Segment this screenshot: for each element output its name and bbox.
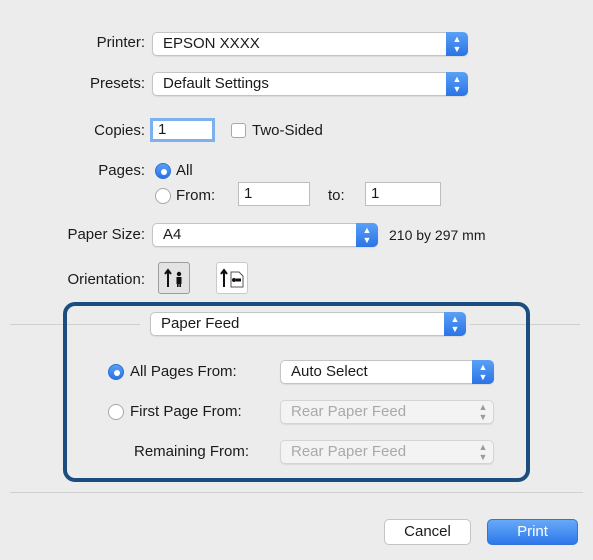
presets-value: Default Settings — [163, 75, 269, 92]
copies-label: Copies: — [94, 122, 145, 139]
printer-select[interactable]: EPSON XXXX ▲ ▼ — [152, 32, 468, 56]
printer-label: Printer: — [96, 34, 145, 51]
pages-label: Pages: — [98, 162, 145, 179]
two-sided-label: Two-Sided — [252, 122, 323, 139]
paper-feed-highlight-box — [63, 302, 530, 482]
paper-dimensions-text: 210 by 297 mm — [389, 227, 486, 243]
pages-all-radio[interactable] — [155, 163, 171, 179]
orientation-landscape-button[interactable] — [216, 262, 248, 294]
copies-input[interactable]: 1 — [150, 118, 215, 142]
print-dialog: { "printer": { "label": "Printer:", "val… — [0, 0, 593, 560]
chevron-updown-icon: ▲ ▼ — [356, 223, 378, 247]
orientation-portrait-button[interactable] — [158, 262, 190, 294]
two-sided-checkbox[interactable] — [231, 123, 246, 138]
footer-divider — [10, 492, 583, 493]
pages-from-input[interactable]: 1 — [238, 182, 310, 206]
paper-size-value: A4 — [163, 226, 182, 243]
chevron-updown-icon: ▲ ▼ — [446, 32, 468, 56]
pages-to-label: to: — [328, 187, 345, 204]
paper-size-select[interactable]: A4 ▲ ▼ — [152, 223, 378, 247]
cancel-button[interactable]: Cancel — [384, 519, 471, 545]
portrait-icon — [164, 268, 182, 287]
chevron-updown-icon: ▲ ▼ — [446, 72, 468, 96]
pages-from-radio[interactable] — [155, 188, 171, 204]
paper-size-label: Paper Size: — [67, 226, 145, 243]
printer-value: EPSON XXXX — [163, 35, 260, 52]
orientation-label: Orientation: — [67, 271, 145, 288]
presets-select[interactable]: Default Settings ▲ ▼ — [152, 72, 468, 96]
landscape-icon — [220, 268, 244, 288]
presets-label: Presets: — [89, 75, 145, 92]
pages-all-label: All — [176, 162, 193, 179]
pages-to-input[interactable]: 1 — [365, 182, 441, 206]
pages-from-label: From: — [176, 187, 216, 204]
print-button[interactable]: Print — [487, 519, 578, 545]
